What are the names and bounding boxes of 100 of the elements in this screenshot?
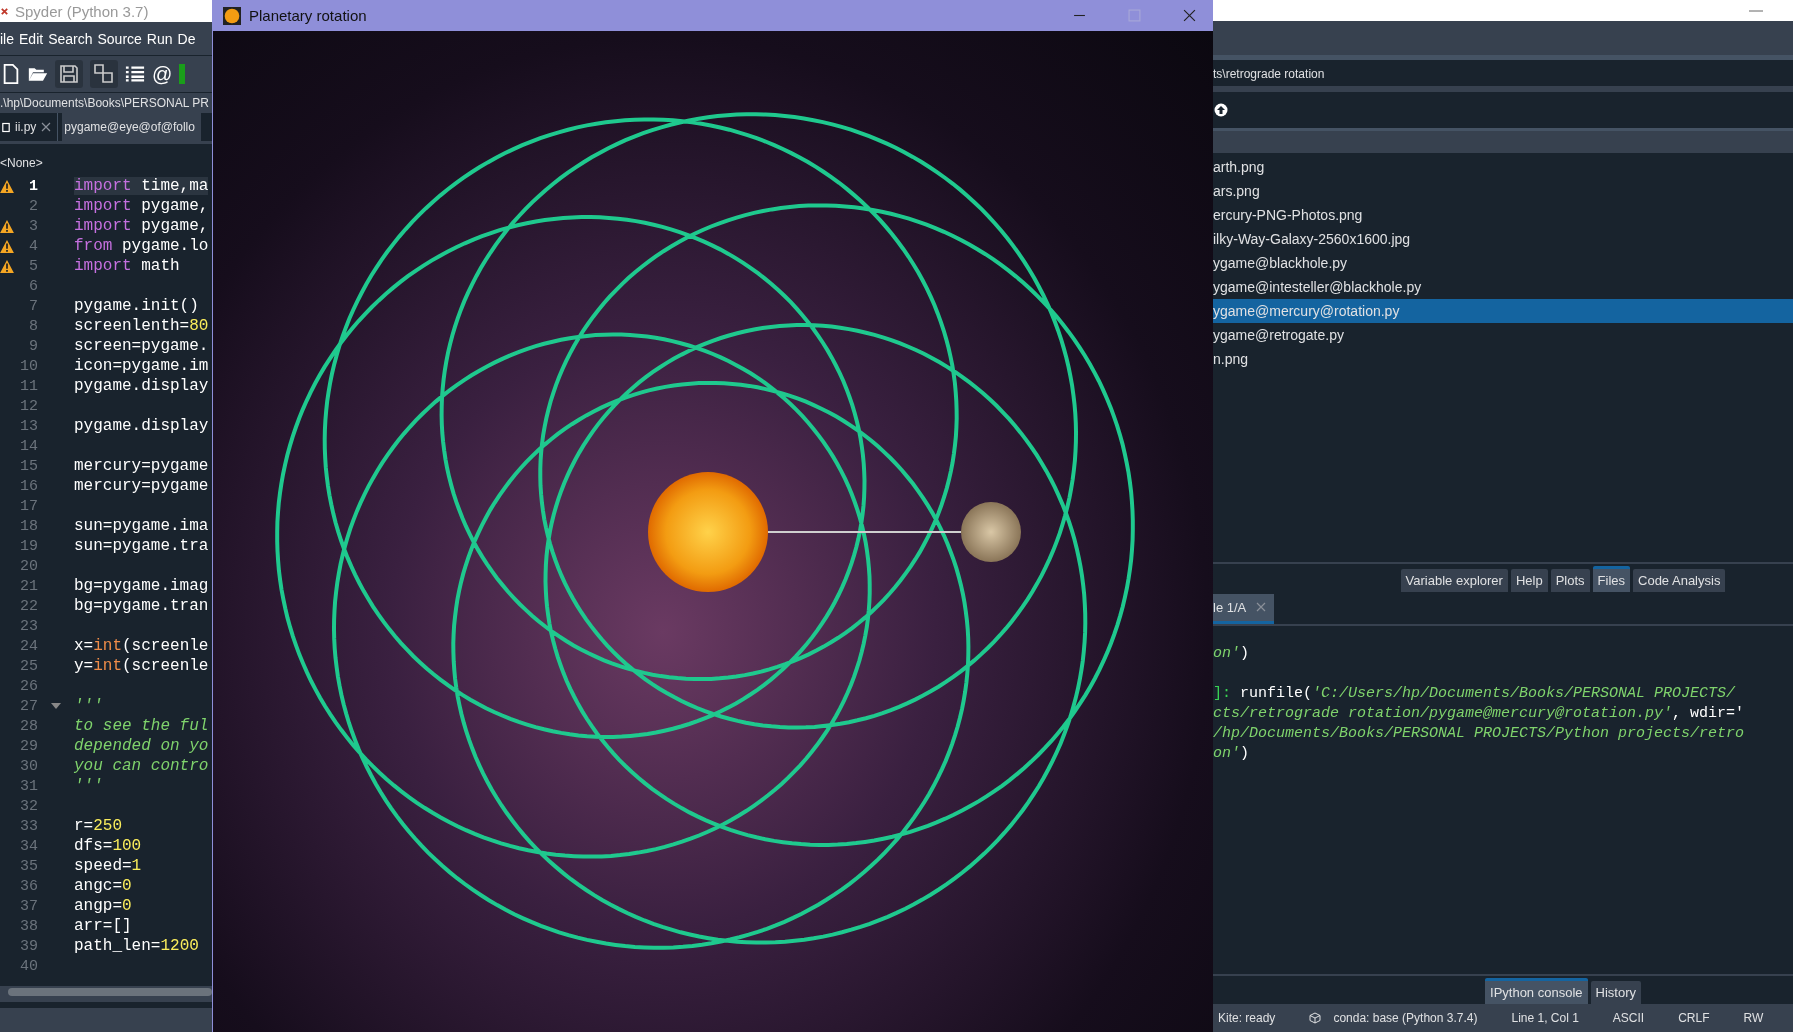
line-number: 21 bbox=[19, 577, 38, 595]
close-icon[interactable] bbox=[1183, 9, 1196, 22]
line-number: 31 bbox=[19, 777, 38, 795]
file-item[interactable]: ygame@retrogate.py bbox=[1213, 323, 1793, 347]
line-number: 33 bbox=[19, 817, 38, 835]
at-sign-icon[interactable]: @ bbox=[152, 62, 173, 86]
code-line: angp=0 bbox=[74, 897, 132, 915]
code-line: angc=0 bbox=[74, 877, 132, 895]
line-number: 26 bbox=[19, 677, 38, 695]
pane-tab[interactable]: Plots bbox=[1550, 568, 1590, 592]
line-number: 39 bbox=[19, 937, 38, 955]
fold-arrow-icon[interactable] bbox=[51, 703, 61, 709]
line-number: 2 bbox=[28, 197, 38, 215]
close-icon[interactable] bbox=[1256, 602, 1267, 612]
planet-drawing bbox=[961, 502, 1021, 562]
code-line: screen=pygame. bbox=[74, 337, 209, 355]
line-number: 11 bbox=[19, 377, 38, 395]
line-number: 16 bbox=[19, 477, 38, 495]
code-line: sun=pygame.tra bbox=[74, 537, 209, 555]
console-line: ]: runfile('C:/Users/hp/Documents/Books/PERSONAL PROJECTS/ bbox=[1213, 683, 1737, 704]
pane-tab[interactable]: Help bbox=[1510, 568, 1548, 592]
code-line: y=int(screenle bbox=[74, 657, 209, 675]
pane-tab[interactable]: Variable explorer bbox=[1400, 568, 1508, 592]
pane-tab[interactable]: IPython console bbox=[1485, 978, 1588, 1004]
line-number: 1 bbox=[28, 177, 38, 195]
pane-tab[interactable]: Code Analysis bbox=[1633, 568, 1726, 592]
code-line: pygame.display bbox=[74, 377, 209, 395]
file-item[interactable]: ars.png bbox=[1213, 179, 1793, 203]
editor-tab[interactable]: pygame@eye@of@follo bbox=[62, 113, 201, 141]
file-icon bbox=[2, 121, 10, 133]
file-item[interactable]: ygame@mercury@rotation.py bbox=[1213, 299, 1793, 323]
line-number: 6 bbox=[28, 277, 38, 295]
file-item[interactable]: ercury-PNG-Photos.png bbox=[1213, 203, 1793, 227]
line-number: 14 bbox=[19, 437, 38, 455]
run-icon[interactable] bbox=[179, 64, 186, 84]
file-item[interactable]: arth.png bbox=[1213, 155, 1793, 179]
menu-item[interactable]: Run bbox=[146, 30, 173, 47]
code-line: r=250 bbox=[74, 817, 122, 835]
code-line: icon=pygame.im bbox=[74, 357, 209, 375]
menu-item[interactable]: De bbox=[177, 30, 196, 47]
menu-item[interactable]: Source bbox=[97, 30, 142, 47]
menu-item[interactable]: Search bbox=[48, 30, 93, 47]
save-all-icon[interactable] bbox=[90, 60, 118, 88]
line-number: 5 bbox=[28, 257, 38, 275]
cube-icon bbox=[1309, 1012, 1322, 1024]
status-text: ASCII bbox=[1612, 1011, 1645, 1025]
line-number: 18 bbox=[19, 517, 38, 535]
code-line: bg=pygame.imag bbox=[74, 577, 209, 595]
pane-tab[interactable]: History bbox=[1590, 981, 1641, 1004]
code-line: screenlenth=80 bbox=[74, 317, 209, 335]
editor-tab[interactable]: ii.py bbox=[0, 113, 59, 141]
code-line: pygame.init() bbox=[74, 297, 199, 315]
code-line: bg=pygame.tran bbox=[74, 597, 209, 615]
status-text: CRLF bbox=[1678, 1011, 1710, 1025]
code-line: pygame.display bbox=[74, 417, 209, 435]
path-field[interactable]: .\hp\Documents\Books\PERSONAL PR bbox=[0, 92, 212, 113]
code-line: ''' bbox=[74, 697, 103, 715]
up-arrow-icon[interactable] bbox=[1214, 103, 1228, 117]
new-file-icon[interactable] bbox=[1, 64, 21, 84]
line-number: 27 bbox=[19, 697, 38, 715]
line-number: 7 bbox=[28, 297, 38, 315]
line-number: 36 bbox=[19, 877, 38, 895]
window-title: Spyder (Python 3.7) bbox=[15, 2, 149, 20]
line-number: 38 bbox=[19, 917, 38, 935]
menu-item[interactable]: ile bbox=[0, 30, 14, 47]
line-number: 34 bbox=[19, 837, 38, 855]
code-line: speed=1 bbox=[74, 857, 142, 875]
menu-item[interactable]: Edit bbox=[19, 30, 44, 47]
close-icon[interactable] bbox=[41, 122, 52, 132]
pane-tab[interactable]: Files bbox=[1592, 565, 1630, 592]
status-text: Kite: ready bbox=[1218, 1011, 1276, 1025]
line-number: 37 bbox=[19, 897, 38, 915]
line-number: 28 bbox=[19, 717, 38, 735]
console-line: on') bbox=[1213, 643, 1251, 664]
line-number: 25 bbox=[19, 657, 38, 675]
list-icon[interactable] bbox=[125, 64, 145, 84]
line-number: 23 bbox=[19, 617, 38, 635]
line-number: 32 bbox=[19, 797, 38, 815]
scrollbar-thumb[interactable] bbox=[8, 988, 212, 996]
console-tab[interactable]: le 1/A bbox=[1213, 593, 1275, 624]
line-number: 17 bbox=[19, 497, 38, 515]
outline-dropdown[interactable]: <None> bbox=[0, 150, 212, 176]
file-item[interactable]: ygame@blackhole.py bbox=[1213, 251, 1793, 275]
path-field[interactable]: ts\retrograde rotation bbox=[1213, 62, 1793, 86]
code-line: import math bbox=[74, 257, 180, 275]
code-line: arr=[] bbox=[74, 917, 132, 935]
code-line: dfs=100 bbox=[74, 837, 142, 855]
status-text: Line 1, Col 1 bbox=[1511, 1011, 1579, 1025]
window-title: Planetary rotation bbox=[249, 7, 367, 24]
file-item[interactable]: ilky-Way-Galaxy-2560x1600.jpg bbox=[1213, 227, 1793, 251]
save-icon[interactable] bbox=[55, 60, 83, 88]
line-number: 24 bbox=[19, 637, 38, 655]
code-line: ''' bbox=[74, 777, 103, 795]
line-number: 4 bbox=[28, 237, 38, 255]
line-number: 19 bbox=[19, 537, 38, 555]
spider-icon bbox=[0, 6, 9, 16]
file-item[interactable]: ygame@intesteller@blackhole.py bbox=[1213, 275, 1793, 299]
status-text: RW bbox=[1743, 1011, 1764, 1025]
line-number: 12 bbox=[19, 397, 38, 415]
file-item[interactable]: n.png bbox=[1213, 347, 1793, 371]
